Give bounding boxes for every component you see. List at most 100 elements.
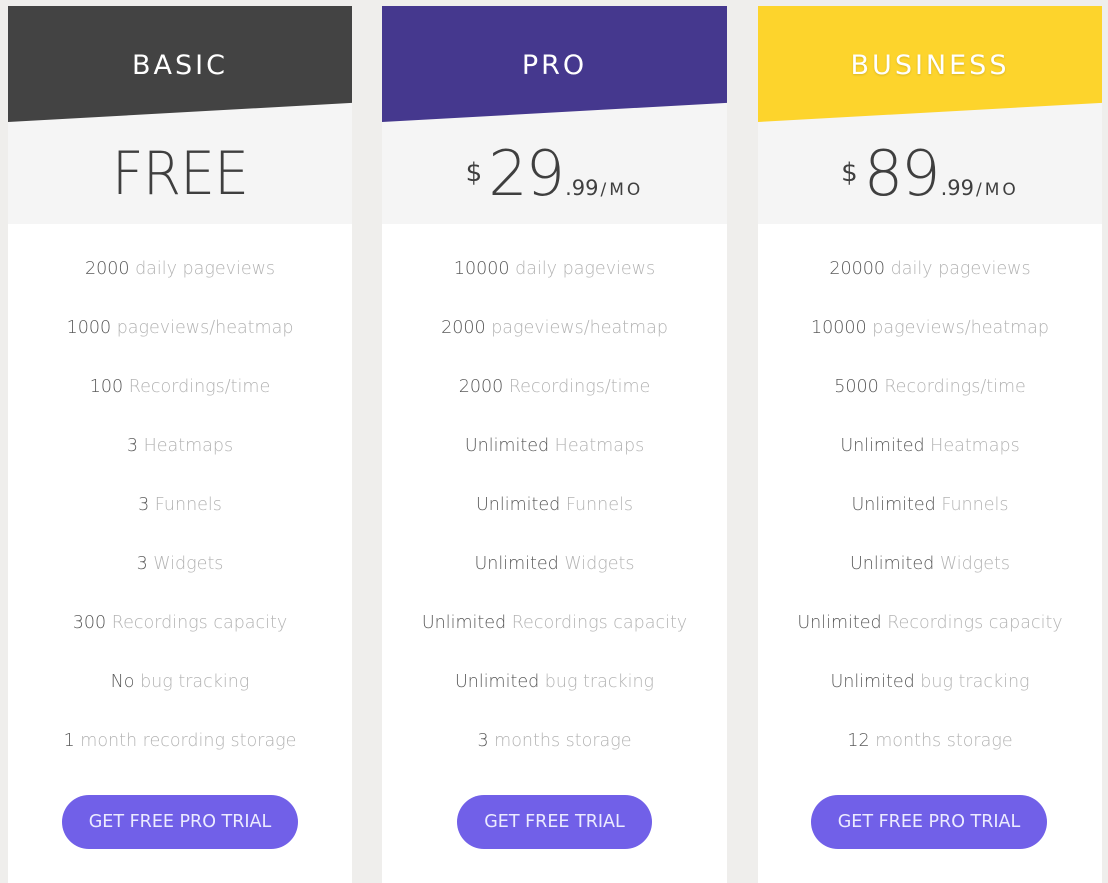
feature-label: pageviews/heatmap (872, 318, 1049, 338)
feature-quantity: 300 (72, 613, 107, 633)
feature-quantity: Unlimited (851, 495, 936, 515)
feature-quantity: Unlimited (840, 436, 925, 456)
feature-label: daily pageviews (890, 259, 1031, 279)
feature-quantity: 2000 (441, 318, 486, 338)
feature-item: 12 months storage (758, 730, 1102, 789)
feature-label: bug tracking (544, 672, 655, 692)
price-currency: $ (841, 158, 858, 188)
feature-label: Recordings capacity (511, 613, 688, 633)
feature-quantity: 12 (847, 731, 870, 751)
price-period: /MO (600, 180, 644, 200)
feature-quantity: 1 (63, 731, 75, 751)
feature-label: Heatmaps (554, 436, 645, 456)
feature-label: Recordings capacity (887, 613, 1063, 633)
plan-name: BUSINESS (850, 50, 1010, 81)
feature-label: pageviews/heatmap (491, 318, 668, 338)
price-amount: 29 (488, 137, 565, 210)
plan-name: PRO (521, 50, 588, 81)
pricing-card-pro: PRO $29.99/MO 10000 daily pageviews 2000 … (382, 6, 727, 883)
feature-item: Unlimited Widgets (382, 553, 727, 612)
feature-quantity: Unlimited (830, 672, 915, 692)
feature-item: 1 month recording storage (8, 730, 352, 789)
feature-quantity: Unlimited (454, 672, 540, 692)
feature-item: 5000 Recordings/time (758, 376, 1102, 435)
feature-item: Unlimited Heatmaps (382, 435, 727, 494)
feature-quantity: 100 (89, 377, 124, 397)
feature-quantity: 10000 (453, 259, 510, 279)
feature-label: months storage (875, 731, 1013, 751)
feature-label: Recordings/time (508, 377, 651, 397)
feature-quantity: Unlimited (850, 554, 935, 574)
feature-item: Unlimited bug tracking (382, 671, 727, 730)
feature-item: No bug tracking (8, 671, 352, 730)
price-free-label: FREE (111, 139, 249, 209)
feature-quantity: 20000 (829, 259, 886, 279)
feature-label: Funnels (154, 495, 222, 515)
feature-item: 20000 daily pageviews (758, 258, 1102, 317)
price-cents: .99 (565, 176, 599, 200)
plan-price: FREE (8, 138, 352, 210)
feature-label: Recordings capacity (111, 613, 288, 633)
feature-label: Widgets (939, 554, 1010, 574)
feature-item: 300 Recordings capacity (8, 612, 352, 671)
feature-item: 3 Widgets (8, 553, 352, 612)
feature-label: bug tracking (920, 672, 1030, 692)
feature-item: Unlimited Heatmaps (758, 435, 1102, 494)
feature-label: daily pageviews (135, 259, 276, 279)
feature-quantity: 3 (136, 554, 148, 574)
price-amount: 89 (863, 137, 941, 210)
feature-item: 2000 daily pageviews (8, 258, 352, 317)
feature-label: Heatmaps (143, 436, 234, 456)
feature-item: Unlimited Recordings capacity (382, 612, 727, 671)
feature-label: Heatmaps (930, 436, 1020, 456)
feature-item: 10000 daily pageviews (382, 258, 727, 317)
feature-item: 100 Recordings/time (8, 376, 352, 435)
plan-price: $29.99/MO (382, 138, 727, 210)
feature-quantity: 3 (138, 495, 150, 515)
feature-list: 20000 daily pageviews 10000 pageviews/hea… (758, 258, 1102, 789)
feature-quantity: 2000 (84, 259, 130, 279)
feature-quantity: 1000 (66, 318, 112, 338)
feature-label: Recordings/time (128, 377, 271, 397)
feature-label: Funnels (941, 495, 1009, 515)
price-cents: .99 (940, 176, 975, 200)
feature-label: Recordings/time (884, 377, 1026, 397)
feature-quantity: Unlimited (476, 495, 561, 515)
feature-item: Unlimited Recordings capacity (758, 612, 1102, 671)
feature-item: 3 Heatmaps (8, 435, 352, 494)
feature-quantity: Unlimited (421, 613, 507, 633)
feature-item: 3 Funnels (8, 494, 352, 553)
feature-label: daily pageviews (515, 259, 656, 279)
feature-quantity: 5000 (834, 377, 879, 397)
feature-list: 10000 daily pageviews 2000 pageviews/heat… (382, 258, 727, 789)
get-free-pro-trial-button[interactable]: GET FREE PRO TRIAL (811, 795, 1047, 849)
feature-quantity: 3 (477, 731, 489, 751)
pricing-card-basic: BASIC FREE 2000 daily pageviews 1000 page… (8, 6, 352, 883)
get-free-trial-button[interactable]: GET FREE TRIAL (457, 795, 652, 849)
feature-item: 3 months storage (382, 730, 727, 789)
feature-label: Widgets (564, 554, 635, 574)
price-period: /MO (976, 180, 1019, 200)
feature-quantity: 2000 (458, 377, 504, 397)
get-free-pro-trial-button[interactable]: GET FREE PRO TRIAL (62, 795, 298, 849)
feature-label: months storage (494, 731, 632, 751)
plan-name: BASIC (132, 50, 228, 81)
feature-item: 10000 pageviews/heatmap (758, 317, 1102, 376)
feature-list: 2000 daily pageviews 1000 pageviews/heatm… (8, 258, 352, 789)
feature-label: Funnels (565, 495, 633, 515)
feature-item: 2000 Recordings/time (382, 376, 727, 435)
feature-quantity: Unlimited (464, 436, 550, 456)
feature-quantity: 10000 (811, 318, 867, 338)
feature-item: Unlimited Funnels (758, 494, 1102, 553)
feature-item: Unlimited Widgets (758, 553, 1102, 612)
feature-item: Unlimited bug tracking (758, 671, 1102, 730)
feature-quantity: Unlimited (474, 554, 559, 574)
plan-price: $89.99/MO (758, 138, 1102, 210)
feature-quantity: No (110, 672, 135, 692)
feature-item: 1000 pageviews/heatmap (8, 317, 352, 376)
feature-label: pageviews/heatmap (116, 318, 294, 338)
feature-item: 2000 pageviews/heatmap (382, 317, 727, 376)
feature-label: bug tracking (140, 672, 250, 692)
feature-quantity: 3 (126, 436, 139, 456)
pricing-card-business: BUSINESS $89.99/MO 20000 daily pageviews… (758, 6, 1102, 883)
